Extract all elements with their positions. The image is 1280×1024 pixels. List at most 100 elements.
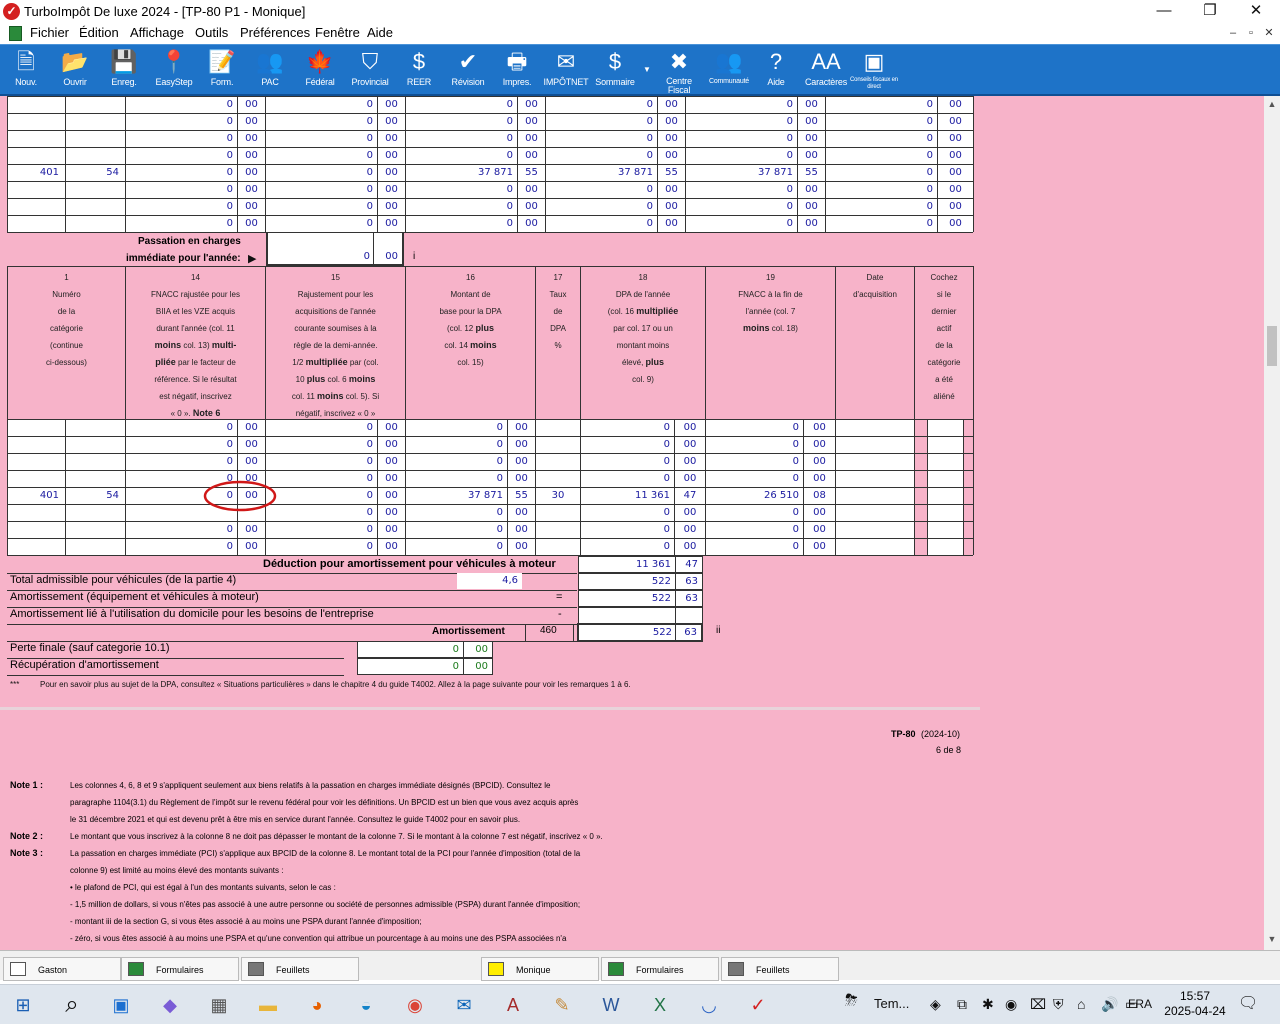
top-table-cell[interactable]: 0 xyxy=(125,164,237,181)
top-table-cell[interactable]: 00 xyxy=(797,113,825,130)
top-table-cell[interactable]: 00 xyxy=(377,215,405,232)
top-table-cell[interactable]: 00 xyxy=(797,147,825,164)
top-table-cell[interactable]: 00 xyxy=(517,96,545,113)
bottom-table-cell[interactable]: 00 xyxy=(377,538,405,555)
acquisition-date-cell[interactable] xyxy=(835,487,914,504)
top-table-cell[interactable]: 0 xyxy=(545,113,657,130)
acquisition-date-cell[interactable] xyxy=(835,419,914,436)
top-table-cell[interactable]: 0 xyxy=(685,215,797,232)
bottom-table-cell[interactable]: 00 xyxy=(377,521,405,538)
top-table-cell[interactable]: 55 xyxy=(657,164,685,181)
excel-icon[interactable]: X xyxy=(645,991,675,1019)
window-tab[interactable]: Formulaires xyxy=(121,957,239,981)
restore-button[interactable]: ❐ xyxy=(1187,0,1233,24)
windows-start-icon[interactable]: ⊞ xyxy=(8,991,38,1019)
top-table-cell[interactable]: 00 xyxy=(377,198,405,215)
bottom-table-cell[interactable]: 00 xyxy=(674,521,705,538)
top-table-cell[interactable]: 00 xyxy=(797,96,825,113)
search-icon[interactable]: ⌕ xyxy=(57,991,87,1019)
bottom-table-cell[interactable]: 30 xyxy=(535,487,580,504)
minimize-button[interactable]: — xyxy=(1141,0,1187,24)
copilot-tray-icon[interactable]: ◈ xyxy=(930,996,941,1013)
top-table-cell[interactable] xyxy=(7,215,65,232)
toolbar-dollar-button[interactable]: $ Sommaire xyxy=(591,47,639,93)
toolbar-form-edit-button[interactable]: 📝 Form. xyxy=(198,47,246,93)
bottom-table-cell[interactable]: 00 xyxy=(377,504,405,521)
acquisition-date-cell[interactable] xyxy=(835,538,914,555)
bottom-table-cell[interactable] xyxy=(535,504,580,521)
menu-edition[interactable]: Édition xyxy=(79,25,119,40)
top-table-cell[interactable] xyxy=(7,181,65,198)
top-table-cell[interactable]: 0 xyxy=(825,130,937,147)
top-table-cell[interactable]: 0 xyxy=(265,147,377,164)
bottom-table-cell[interactable]: 11 361 xyxy=(580,487,674,504)
bottom-table-cell[interactable]: 0 xyxy=(705,470,803,487)
window-tab[interactable]: Feuillets xyxy=(241,957,359,981)
menu-outils[interactable]: Outils xyxy=(195,25,228,40)
bottom-table-cell[interactable]: 00 xyxy=(674,470,705,487)
top-table-cell[interactable]: 0 xyxy=(545,181,657,198)
sommaire-dropdown-icon[interactable]: ▼ xyxy=(643,65,651,74)
toolbar-new-doc-button[interactable]: 🗎 Nouv. xyxy=(2,47,50,93)
top-table-cell[interactable]: 00 xyxy=(657,96,685,113)
bottom-table-cell[interactable]: 00 xyxy=(507,470,535,487)
top-table-cell[interactable]: 00 xyxy=(937,130,973,147)
top-table-cell[interactable]: 0 xyxy=(125,198,237,215)
top-table-cell[interactable]: 0 xyxy=(125,96,237,113)
top-table-cell[interactable] xyxy=(65,130,125,147)
top-table-cell[interactable]: 00 xyxy=(237,164,265,181)
top-table-cell[interactable] xyxy=(65,96,125,113)
bottom-table-cell[interactable]: 00 xyxy=(803,419,835,436)
window-tab[interactable]: Formulaires xyxy=(601,957,719,981)
toolbar-people-button[interactable]: 👥 PAC xyxy=(246,47,294,93)
bottom-table-cell[interactable]: 00 xyxy=(237,521,265,538)
bottom-table-cell[interactable]: 00 xyxy=(237,436,265,453)
top-table-cell[interactable]: 55 xyxy=(797,164,825,181)
bottom-table-cell[interactable]: 00 xyxy=(803,453,835,470)
bottom-table-cell[interactable]: 0 xyxy=(580,504,674,521)
bottom-table-cell[interactable]: 0 xyxy=(125,419,237,436)
bottom-table-cell[interactable]: 54 xyxy=(65,487,125,504)
store-icon[interactable]: ▣ xyxy=(106,991,136,1019)
toolbar-piggy-bank-button[interactable]: $ REER xyxy=(395,47,443,93)
security-icon[interactable]: ⛨ xyxy=(1053,996,1064,1013)
mdi-restore-button[interactable]: ▫ xyxy=(1243,26,1259,42)
top-table-cell[interactable]: 0 xyxy=(825,198,937,215)
top-table-cell[interactable] xyxy=(7,96,65,113)
top-table-cell[interactable]: 00 xyxy=(377,147,405,164)
bottom-table-cell[interactable]: 0 xyxy=(405,453,507,470)
copilot-icon[interactable]: ◆ xyxy=(155,991,185,1019)
top-table-cell[interactable]: 0 xyxy=(265,130,377,147)
bottom-table-cell[interactable] xyxy=(535,470,580,487)
last-asset-checkbox[interactable] xyxy=(927,521,963,538)
menu-aide[interactable]: Aide xyxy=(367,25,393,40)
top-table-cell[interactable]: 00 xyxy=(377,130,405,147)
bottom-table-cell[interactable]: 00 xyxy=(803,470,835,487)
bottom-table-cell[interactable]: 00 xyxy=(674,453,705,470)
menu-fichier[interactable]: Fichier xyxy=(30,25,69,40)
close-button[interactable]: ✕ xyxy=(1233,0,1279,24)
scroll-thumb[interactable] xyxy=(1267,326,1277,366)
vertical-scrollbar[interactable]: ▲ ▼ xyxy=(1264,96,1280,950)
network-icon[interactable]: ⌂ xyxy=(1077,996,1085,1012)
bottom-table-cell[interactable]: 00 xyxy=(674,436,705,453)
top-table-cell[interactable]: 0 xyxy=(265,215,377,232)
bottom-table-cell[interactable]: 0 xyxy=(580,521,674,538)
last-asset-checkbox[interactable] xyxy=(927,436,963,453)
toolbar-font-size-button[interactable]: AA Caractères xyxy=(802,47,850,93)
document-icon[interactable] xyxy=(9,26,22,41)
bottom-table-cell[interactable]: 0 xyxy=(265,470,377,487)
top-table-cell[interactable]: 0 xyxy=(125,113,237,130)
top-table-cell[interactable]: 0 xyxy=(265,181,377,198)
window-tab[interactable]: Monique xyxy=(481,957,599,981)
top-table-cell[interactable]: 00 xyxy=(657,181,685,198)
bottom-table-cell[interactable] xyxy=(7,436,65,453)
menu-preferences[interactable]: Préférences xyxy=(240,25,310,40)
bottom-table-cell[interactable] xyxy=(535,453,580,470)
top-table-cell[interactable]: 00 xyxy=(937,113,973,130)
file-explorer-icon[interactable]: ▬ xyxy=(253,991,283,1019)
top-table-cell[interactable] xyxy=(7,198,65,215)
deduction-vehicles-value[interactable]: 11 361 xyxy=(578,556,676,573)
top-table-cell[interactable]: 00 xyxy=(377,113,405,130)
scroll-down-icon[interactable]: ▼ xyxy=(1264,934,1280,948)
